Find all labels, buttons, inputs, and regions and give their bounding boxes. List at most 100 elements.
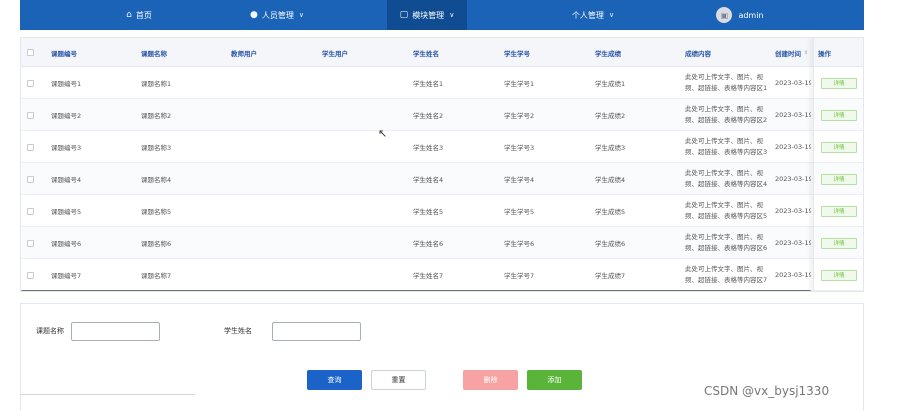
row-checkbox[interactable] [27, 131, 34, 163]
cell-content: 此处可上传文字、图片、视频、超链接、表格等内容区4 [685, 169, 768, 188]
cell-student-name: 学生姓名6 [413, 240, 444, 248]
cell-code: 课题编号5 [51, 208, 82, 216]
cell-content: 此处可上传文字、图片、视频、超链接、表格等内容区2 [685, 105, 768, 124]
query-button[interactable]: 查询 [307, 370, 362, 390]
cell-student-name: 学生姓名4 [413, 176, 444, 184]
cell-student-name: 学生姓名2 [413, 112, 444, 120]
horizontal-scrollbar[interactable] [21, 290, 811, 291]
cell-created: 2023-03-19 1 [775, 175, 811, 183]
cell-student-no: 学生学号1 [504, 80, 535, 88]
cell-created: 2023-03-19 1 [775, 111, 811, 119]
cell-score: 学生成绩5 [595, 208, 626, 216]
nav-home-label: 首页 [135, 10, 152, 20]
cell-content: 此处可上传文字、图片、视频、超链接、表格等内容区6 [685, 233, 768, 252]
cell-student-name: 学生姓名1 [413, 80, 444, 88]
cell-name: 课题名称4 [141, 176, 172, 184]
delete-button[interactable]: 删除 [463, 370, 518, 390]
nav-modules-label: 模块管理 [412, 10, 445, 20]
header-student-no: 学生学号 [504, 49, 530, 58]
cell-created: 2023-03-19 1 [775, 271, 811, 279]
header-student-name: 学生姓名 [413, 49, 439, 58]
cell-name: 课题名称1 [141, 80, 172, 88]
table-header: 课题编号 课题名称 教师用户 学生用户 学生姓名 学生学号 学生成绩 成绩内容 … [21, 38, 863, 67]
cell-created: 2023-03-19 1 [775, 239, 811, 247]
chevron-down-icon: ∨ [608, 11, 615, 19]
cell-score: 学生成绩1 [595, 80, 626, 88]
cell-score: 学生成绩2 [595, 112, 626, 120]
table-row: 课题编号1 课题名称1 学生姓名1 学生学号1 学生成绩1 此处可上传文字、图片、视频、超… [21, 67, 863, 99]
select-all-checkbox[interactable] [27, 38, 34, 67]
reset-button[interactable]: 重置 [371, 370, 426, 390]
nav-modules[interactable]: ▢ 模块管理 ∨ [387, 0, 467, 30]
cell-name: 课题名称5 [141, 208, 172, 216]
header-content: 成绩内容 [685, 49, 711, 58]
cell-student-name: 学生姓名5 [413, 208, 444, 216]
row-checkbox[interactable] [27, 259, 34, 291]
cell-student-no: 学生学号3 [504, 144, 535, 152]
watermark: CSDN @vx_bysj1330 [704, 384, 830, 398]
home-icon: ⌂ [126, 10, 132, 20]
student-name-input[interactable] [272, 322, 361, 341]
avatar-icon: ▣ [716, 7, 733, 23]
table-row: 课题编号2 课题名称2 学生姓名2 学生学号2 学生成绩2 此处可上传文字、图片、视频、超… [21, 99, 863, 131]
mouse-cursor-icon: ↖ [378, 127, 388, 140]
cell-score: 学生成绩6 [595, 240, 626, 248]
topic-name-label: 课题名称 [36, 327, 64, 335]
cell-code: 课题编号2 [51, 112, 82, 120]
cell-code: 课题编号7 [51, 272, 82, 280]
cell-code: 课题编号1 [51, 80, 82, 88]
user-icon: ● [250, 10, 258, 20]
header-name: 课题名称 [141, 49, 167, 58]
add-button[interactable]: 添加 [527, 370, 582, 390]
cell-name: 课题名称3 [141, 144, 172, 152]
topic-name-input[interactable] [71, 322, 160, 341]
cell-content: 此处可上传文字、图片、视频、超链接、表格等内容区1 [685, 73, 768, 92]
fixed-action-column [813, 38, 863, 291]
row-checkbox[interactable] [27, 99, 34, 131]
copy-icon: ▢ [399, 10, 409, 20]
cell-student-name: 学生姓名3 [413, 144, 444, 152]
row-checkbox[interactable] [27, 195, 34, 227]
table-row: 课题编号5 课题名称5 学生姓名5 学生学号5 学生成绩5 此处可上传文字、图片、视频、超… [21, 195, 863, 227]
cell-score: 学生成绩7 [595, 272, 626, 280]
chevron-down-icon: ∨ [298, 11, 304, 19]
row-checkbox[interactable] [27, 227, 34, 259]
header-student: 学生用户 [322, 49, 348, 58]
nav-home[interactable]: ⌂ 首页 [98, 0, 180, 30]
row-checkbox[interactable] [27, 163, 34, 195]
cell-code: 课题编号4 [51, 176, 82, 184]
table-row: 课题编号3 课题名称3 学生姓名3 学生学号3 学生成绩3 此处可上传文字、图片、视频、超… [21, 131, 863, 163]
cell-code: 课题编号6 [51, 240, 82, 248]
nav-personal[interactable]: 个人管理 ∨ [548, 0, 638, 30]
cell-student-no: 学生学号2 [504, 112, 535, 120]
nav-people[interactable]: ● 人员管理 ∨ [232, 0, 322, 30]
cell-content: 此处可上传文字、图片、视频、超链接、表格等内容区5 [685, 201, 768, 220]
header-teacher: 教师用户 [231, 49, 257, 58]
cell-student-no: 学生学号6 [504, 240, 535, 248]
cell-content: 此处可上传文字、图片、视频、超链接、表格等内容区7 [685, 265, 768, 284]
row-checkbox[interactable] [27, 67, 34, 99]
cell-student-name: 学生姓名7 [413, 272, 444, 280]
header-score: 学生成绩 [595, 49, 621, 58]
nav-people-label: 人员管理 [261, 10, 294, 20]
cell-student-no: 学生学号7 [504, 272, 535, 280]
cell-created: 2023-03-19 1 [775, 79, 811, 87]
header-code: 课题编号 [51, 49, 77, 58]
cell-name: 课题名称7 [141, 272, 172, 280]
app-page: ⌂ 首页 ● 人员管理 ∨ ▢ 模块管理 ∨ 个人管理 ∨ ▣ admin 课题… [0, 0, 899, 411]
cell-student-no: 学生学号4 [504, 176, 535, 184]
header-created[interactable]: 创建时间 ⇕ [775, 38, 808, 67]
cell-name: 课题名称6 [141, 240, 172, 248]
table-row: 课题编号4 课题名称4 学生姓名4 学生学号4 学生成绩4 此处可上传文字、图片、视频、超… [21, 163, 863, 195]
student-name-label: 学生姓名 [224, 327, 252, 335]
chevron-down-icon: ∨ [449, 11, 455, 19]
sort-icon[interactable]: ⇕ [804, 50, 808, 56]
cell-student-no: 学生学号5 [504, 208, 535, 216]
table-row: 课题编号7 课题名称7 学生姓名7 学生学号7 学生成绩7 此处可上传文字、图片、视频、超… [21, 259, 863, 291]
cell-score: 学生成绩3 [595, 144, 626, 152]
nav-personal-label: 个人管理 [571, 10, 604, 20]
top-nav: ⌂ 首页 ● 人员管理 ∨ ▢ 模块管理 ∨ 个人管理 ∨ ▣ admin [20, 0, 864, 30]
cell-content: 此处可上传文字、图片、视频、超链接、表格等内容区3 [685, 137, 768, 156]
nav-user[interactable]: ▣ admin [710, 0, 770, 30]
cell-created: 2023-03-19 1 [775, 207, 811, 215]
